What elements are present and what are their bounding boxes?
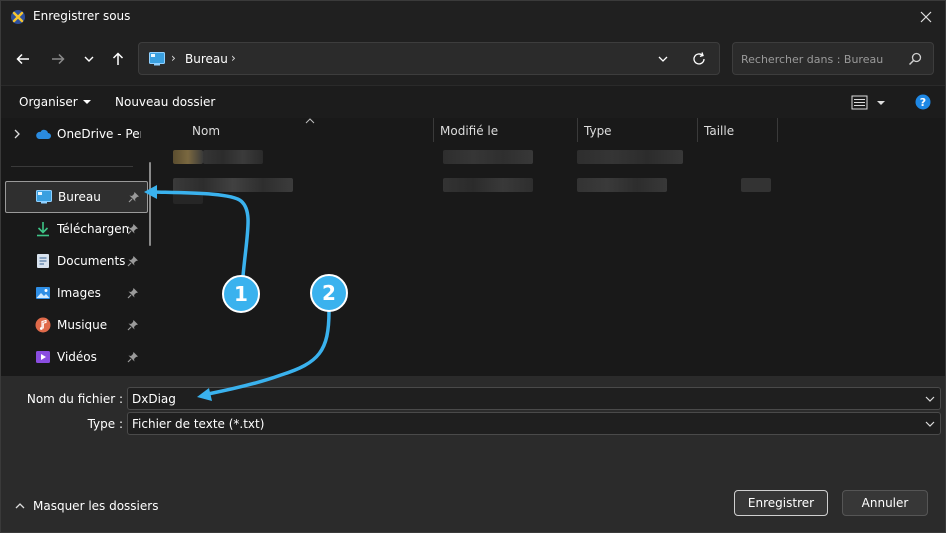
view-options-button[interactable] (851, 94, 891, 112)
annotation-badge-2: 2 (310, 274, 348, 312)
navigation-pane: OneDrive - Perso Bureau Téléchargements (1, 118, 161, 376)
filename-value[interactable]: DxDiag (132, 392, 176, 406)
filename-label: Nom du fichier : (26, 392, 123, 406)
app-icon (11, 10, 25, 24)
pin-icon[interactable] (127, 255, 139, 267)
annotation-badge-1: 1 (222, 275, 260, 313)
sidebar-item-label: Documents (57, 254, 126, 268)
sidebar-item-label: Images (57, 286, 101, 300)
sidebar-item-label: Bureau (58, 190, 101, 204)
sidebar-item-musique[interactable]: Musique (5, 310, 145, 340)
pin-icon[interactable] (127, 319, 139, 331)
sidebar-divider (11, 166, 133, 167)
videos-icon (36, 351, 50, 363)
arrow-right-icon (52, 53, 65, 65)
chevron-down-icon[interactable] (924, 393, 936, 405)
hide-folders-label: Masquer les dossiers (33, 499, 159, 513)
chevron-right-icon[interactable] (13, 129, 21, 139)
close-button[interactable] (913, 5, 939, 29)
organize-menu-button[interactable]: Organiser (19, 95, 92, 109)
search-box[interactable] (732, 42, 934, 75)
music-icon (35, 317, 51, 333)
chevron-up-icon (15, 503, 25, 509)
arrow-left-icon (16, 53, 29, 65)
save-button[interactable]: Enregistrer (734, 490, 828, 516)
sort-ascending-icon (305, 118, 315, 124)
chevron-down-icon (84, 56, 94, 62)
sidebar-item-bureau[interactable]: Bureau (5, 181, 148, 213)
organize-label: Organiser (19, 95, 78, 109)
sidebar-item-label: Musique (57, 318, 108, 332)
sidebar-item-label: Téléchargements (57, 222, 129, 236)
column-divider[interactable] (697, 118, 698, 142)
command-bar: Organiser Nouveau dossier ? (1, 85, 945, 118)
up-button[interactable] (106, 47, 130, 71)
sidebar-item-documents[interactable]: Documents (5, 246, 145, 276)
filetype-label: Type : (87, 417, 123, 431)
new-folder-button[interactable]: Nouveau dossier (115, 95, 215, 109)
filetype-value: Fichier de texte (*.txt) (132, 417, 265, 431)
column-header-size[interactable]: Taille (704, 124, 734, 138)
svg-text:?: ? (920, 96, 926, 109)
column-header-type[interactable]: Type (584, 124, 612, 138)
save-options-panel: Nom du fichier : DxDiag Type : Fichier d… (1, 376, 945, 532)
images-icon (36, 287, 50, 299)
search-icon[interactable] (908, 52, 922, 66)
breadcrumb-separator[interactable]: › (231, 51, 236, 65)
arrow-up-icon (112, 52, 124, 65)
sidebar-scrollbar[interactable] (149, 162, 151, 246)
column-header-modified[interactable]: Modifié le (440, 124, 498, 138)
back-button[interactable] (11, 47, 35, 71)
save-as-dialog: Enregistrer sous › Bureau › Rechercher d… (0, 0, 946, 533)
sidebar-item-label: Vidéos (57, 350, 97, 364)
recent-locations-button[interactable] (77, 47, 101, 71)
pin-icon[interactable] (128, 191, 140, 203)
help-icon: ? (915, 94, 931, 110)
file-list: Nom Modifié le Type Taille (161, 118, 945, 376)
forward-button[interactable] (46, 47, 70, 71)
download-icon (37, 222, 49, 237)
filename-field[interactable]: DxDiag (127, 387, 941, 410)
file-row-blurred[interactable] (161, 146, 945, 168)
sidebar-item-onedrive[interactable]: OneDrive - Perso (5, 119, 145, 149)
list-view-icon (851, 95, 885, 110)
navigation-bar: › Bureau › (1, 33, 945, 85)
desktop-icon (36, 190, 52, 204)
filetype-select[interactable]: Fichier de texte (*.txt) (127, 412, 941, 435)
sidebar-item-images[interactable]: Images (5, 278, 145, 308)
chevron-down-icon[interactable] (924, 418, 936, 430)
documents-icon (37, 254, 49, 268)
caret-down-icon (82, 100, 91, 104)
sidebar-item-telechargements[interactable]: Téléchargements (5, 214, 145, 244)
desktop-icon (149, 52, 165, 66)
refresh-icon[interactable] (691, 51, 707, 67)
pin-icon[interactable] (127, 287, 139, 299)
help-button[interactable]: ? (915, 94, 931, 110)
column-divider[interactable] (777, 118, 778, 142)
breadcrumb-separator: › (171, 51, 176, 65)
sidebar-item-videos[interactable]: Vidéos (5, 342, 145, 372)
pin-icon[interactable] (127, 351, 139, 363)
column-divider[interactable] (433, 118, 434, 142)
breadcrumb-bureau[interactable]: Bureau (185, 52, 228, 66)
window-title: Enregistrer sous (33, 9, 131, 23)
title-bar: Enregistrer sous (1, 1, 945, 33)
file-row-blurred[interactable] (161, 176, 945, 206)
address-bar[interactable]: › Bureau › (138, 42, 720, 75)
pin-icon[interactable] (127, 223, 139, 235)
sidebar-item-label: OneDrive - Perso (57, 127, 141, 141)
cancel-button[interactable]: Annuler (842, 490, 928, 516)
close-icon (920, 11, 932, 23)
column-header-name[interactable]: Nom (192, 124, 220, 138)
search-input[interactable] (741, 51, 901, 67)
column-divider[interactable] (577, 118, 578, 142)
chevron-down-icon[interactable] (655, 51, 671, 67)
onedrive-icon (36, 129, 51, 139)
hide-folders-button[interactable]: Masquer les dossiers (15, 499, 158, 513)
